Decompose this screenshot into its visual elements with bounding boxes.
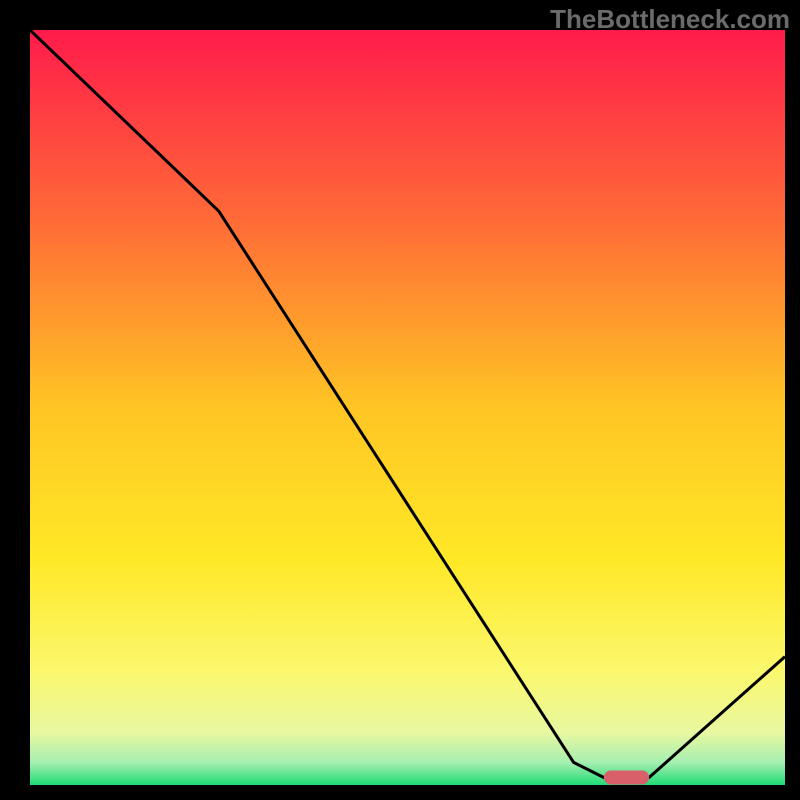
chart-container: TheBottleneck.com [0, 0, 800, 800]
chart-svg [0, 0, 800, 800]
optimal-marker [604, 770, 649, 784]
chart-background [30, 30, 785, 785]
watermark-text: TheBottleneck.com [550, 4, 790, 35]
